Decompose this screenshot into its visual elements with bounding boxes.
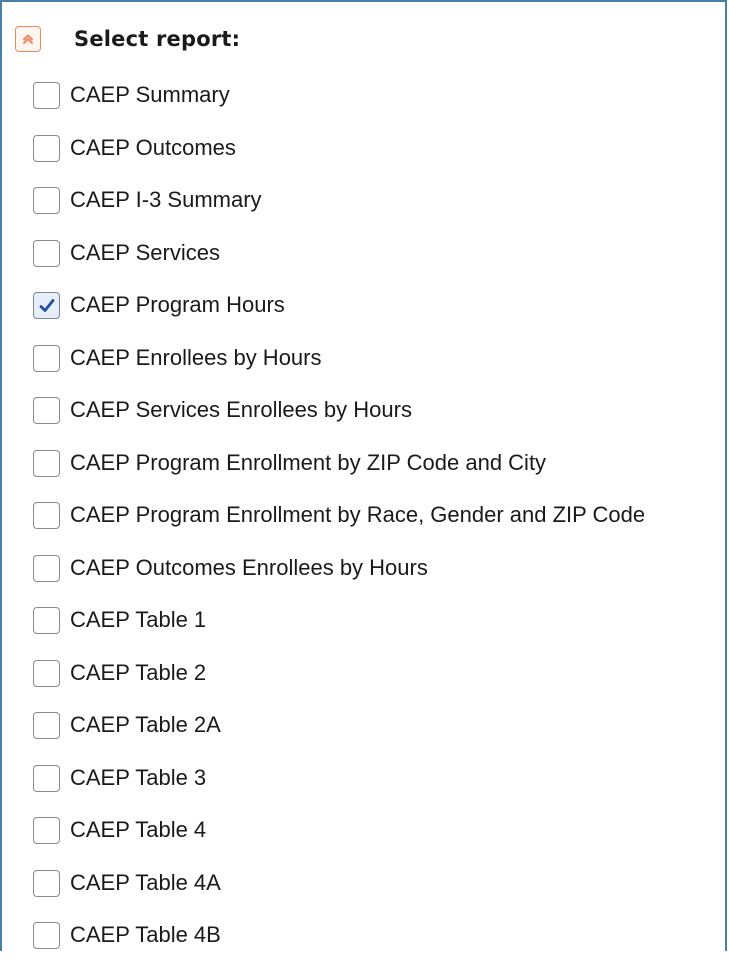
report-option[interactable]: CAEP Table 2A xyxy=(33,707,645,760)
report-option[interactable]: CAEP Enrollees by Hours xyxy=(33,340,645,393)
report-option-label: CAEP Program Hours xyxy=(70,292,285,317)
report-checkbox-checked[interactable] xyxy=(33,292,60,319)
report-option-label: CAEP Program Enrollment by Race, Gender … xyxy=(70,502,646,527)
report-checkbox[interactable] xyxy=(33,187,60,214)
report-checkbox[interactable] xyxy=(33,344,60,372)
chevron-up-icon xyxy=(23,34,33,44)
report-option[interactable]: CAEP Services Enrollees by Hours xyxy=(33,392,645,445)
report-checkbox[interactable] xyxy=(33,239,60,267)
report-checkbox[interactable] xyxy=(33,134,60,162)
report-option-label: CAEP Table 1 xyxy=(70,607,207,632)
report-option[interactable]: CAEP Outcomes Enrollees by Hours xyxy=(33,550,645,603)
report-checkbox[interactable] xyxy=(33,922,60,949)
report-checkbox-list: CAEP Summary CAEP Outcomes CAEP I-3 Summar… xyxy=(33,77,645,970)
report-option[interactable]: CAEP Table 1 xyxy=(33,602,645,655)
report-checkbox[interactable] xyxy=(33,554,60,582)
report-option-label: CAEP Outcomes Enrollees by Hours xyxy=(70,554,428,580)
report-option-label: CAEP Table 4A xyxy=(70,869,221,895)
report-option[interactable]: CAEP Services xyxy=(33,235,645,288)
report-checkbox[interactable] xyxy=(33,659,60,687)
report-option-label: CAEP Outcomes xyxy=(70,134,236,160)
collapse-button[interactable] xyxy=(15,26,41,52)
report-option[interactable]: CAEP Program Enrollment by ZIP Code and … xyxy=(33,445,645,498)
report-option[interactable]: CAEP Outcomes xyxy=(33,130,645,183)
report-option-label: CAEP I-3 Summary xyxy=(70,187,262,212)
report-checkbox[interactable] xyxy=(33,817,60,844)
report-checkbox[interactable] xyxy=(33,764,60,792)
report-option[interactable]: CAEP Table 4 xyxy=(33,812,645,865)
report-option-label: CAEP Table 4B xyxy=(70,922,221,947)
checkmark-icon xyxy=(39,298,54,312)
report-option[interactable]: CAEP Table 4A xyxy=(33,865,645,918)
report-option-label: CAEP Table 4 xyxy=(70,817,207,842)
report-option[interactable]: CAEP Summary xyxy=(33,77,645,130)
report-checkbox[interactable] xyxy=(33,607,60,634)
report-option-label: CAEP Summary xyxy=(70,82,230,107)
report-option-label: CAEP Services Enrollees by Hours xyxy=(70,397,412,422)
report-option-label: CAEP Table 2A xyxy=(70,712,221,737)
report-option[interactable]: CAEP Program Hours xyxy=(33,287,645,340)
report-option[interactable]: CAEP Program Enrollment by Race, Gender … xyxy=(33,497,645,550)
report-checkbox[interactable] xyxy=(33,449,60,477)
panel-header: Select report: xyxy=(15,24,240,54)
report-option-label: CAEP Table 2 xyxy=(70,659,207,685)
panel-title: Select report: xyxy=(74,27,241,51)
report-checkbox[interactable] xyxy=(33,712,60,739)
report-option-label: CAEP Table 3 xyxy=(70,764,207,790)
report-checkbox[interactable] xyxy=(33,397,60,424)
report-option-label: CAEP Services xyxy=(70,239,220,265)
report-option-label: CAEP Program Enrollment by ZIP Code and … xyxy=(70,449,547,475)
report-checkbox[interactable] xyxy=(33,502,60,529)
report-option[interactable]: CAEP I-3 Summary xyxy=(33,182,645,235)
report-checkbox[interactable] xyxy=(33,82,60,109)
report-checkbox[interactable] xyxy=(33,869,60,897)
report-option[interactable]: CAEP Table 4B xyxy=(33,917,645,970)
report-option[interactable]: CAEP Table 3 xyxy=(33,760,645,813)
report-option[interactable]: CAEP Table 2 xyxy=(33,655,645,708)
report-option-label: CAEP Enrollees by Hours xyxy=(70,344,322,370)
report-selection-panel: Select report: CAEP Summary CAEP Outcomes… xyxy=(0,0,727,951)
